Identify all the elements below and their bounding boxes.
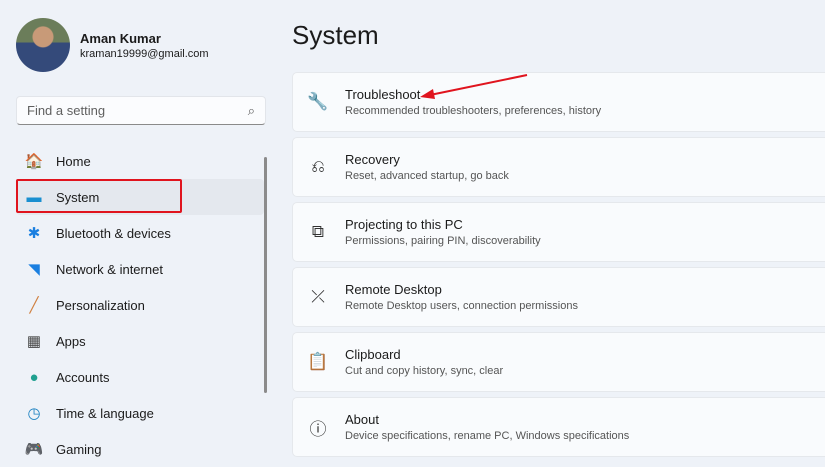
annotation-arrow [420, 74, 528, 99]
